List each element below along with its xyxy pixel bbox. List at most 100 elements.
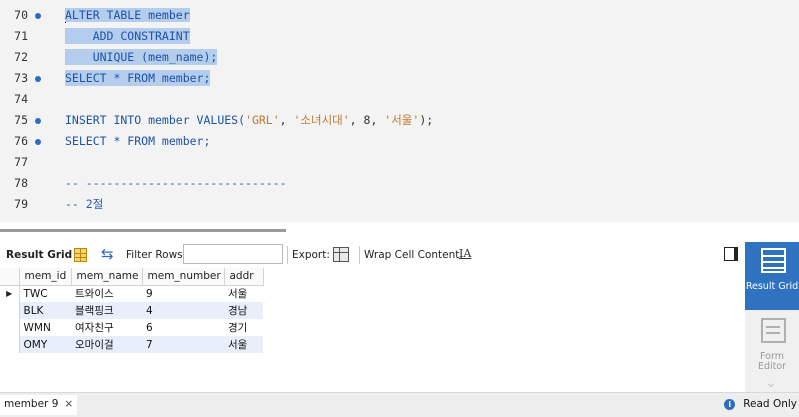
result-grid-label: Result Grid bbox=[6, 249, 73, 261]
code-line-76[interactable]: 76 SELECT * FROM member; bbox=[0, 130, 799, 151]
code-text: ALTER TABLE member bbox=[65, 8, 190, 22]
result-side-panel: Result Grid Form Editor bbox=[745, 242, 799, 395]
row-header bbox=[0, 336, 20, 353]
table-cell[interactable]: 블랙핑크 bbox=[71, 302, 142, 319]
result-table: mem_id mem_name mem_number addr ▶ TWC 트와… bbox=[0, 268, 264, 353]
table-cell[interactable]: BLK bbox=[19, 302, 71, 319]
column-header[interactable]: addr bbox=[224, 268, 264, 286]
table-cell[interactable]: 경남 bbox=[224, 302, 263, 319]
table-cell[interactable]: OMY bbox=[19, 336, 71, 353]
code-line-70[interactable]: 70 ALTER TABLE member bbox=[0, 4, 799, 25]
table-cell[interactable]: 6 bbox=[142, 319, 224, 336]
line-number: 74 bbox=[14, 92, 28, 106]
status-text: Read Only bbox=[743, 398, 797, 410]
column-header[interactable]: mem_name bbox=[71, 268, 143, 286]
statement-marker-icon bbox=[35, 118, 41, 124]
table-row[interactable]: OMY 오마이걸 7 서울 bbox=[0, 336, 263, 353]
toolbar-divider bbox=[359, 246, 360, 264]
result-grid-button-label: Result Grid bbox=[745, 281, 799, 292]
code-punct: , bbox=[279, 113, 294, 127]
grid-view-icon[interactable] bbox=[74, 248, 87, 262]
table-row[interactable]: BLK 블랙핑크 4 경남 bbox=[0, 302, 263, 319]
line-number: 79 bbox=[14, 197, 28, 211]
code-keyword: INSERT INTO member VALUES( bbox=[65, 113, 246, 127]
row-header bbox=[0, 319, 20, 336]
filter-rows-input[interactable] bbox=[183, 244, 283, 264]
status-indicator: i Read Only bbox=[724, 398, 797, 410]
table-cell[interactable]: WMN bbox=[19, 319, 71, 336]
result-grid-icon bbox=[761, 248, 786, 273]
line-number: 72 bbox=[14, 50, 28, 64]
table-row[interactable]: WMN 여자친구 6 경기 bbox=[0, 319, 263, 336]
line-number: 75 bbox=[14, 113, 28, 127]
table-cell[interactable]: 오마이걸 bbox=[71, 336, 142, 353]
line-number: 71 bbox=[14, 29, 28, 43]
table-cell[interactable]: 여자친구 bbox=[71, 319, 142, 336]
table-cell[interactable]: 서울 bbox=[224, 285, 263, 302]
code-line-78[interactable]: 78 -- ----------------------------- bbox=[0, 172, 799, 193]
toggle-side-panel-icon[interactable] bbox=[724, 247, 738, 261]
line-number: 77 bbox=[14, 155, 28, 169]
code-line-77[interactable]: 77 bbox=[0, 151, 799, 172]
refresh-icon[interactable]: ⇆ bbox=[101, 246, 114, 262]
table-cell[interactable]: TWC bbox=[19, 285, 71, 302]
code-line-74[interactable]: 74 bbox=[0, 88, 799, 109]
bottom-bar: member 9 × i Read Only bbox=[0, 392, 799, 417]
table-cell[interactable]: 서울 bbox=[224, 336, 263, 353]
editor-horizontal-scrollbar[interactable] bbox=[0, 224, 799, 236]
code-comment: -- 2절 bbox=[65, 197, 104, 211]
table-cell[interactable]: 9 bbox=[142, 285, 224, 302]
code-punct: ); bbox=[419, 113, 434, 127]
code-string: 'GRL' bbox=[245, 113, 280, 127]
code-string: '서울' bbox=[384, 113, 420, 127]
result-tab-label: member 9 bbox=[4, 398, 59, 410]
current-row-marker-icon: ▶ bbox=[0, 285, 20, 302]
table-cell[interactable]: 7 bbox=[142, 336, 224, 353]
code-punct: , 8, bbox=[349, 113, 385, 127]
row-header bbox=[0, 302, 20, 319]
wrap-cell-label: Wrap Cell Content: bbox=[364, 249, 463, 261]
code-comment: -- ----------------------------- bbox=[65, 176, 287, 190]
line-number: 78 bbox=[14, 176, 28, 190]
line-number: 73 bbox=[14, 71, 28, 85]
result-tab[interactable]: member 9 × bbox=[0, 395, 78, 415]
result-toolbar: Result Grid ⇆ Filter Rows: Export: Wrap … bbox=[0, 242, 745, 268]
close-icon[interactable]: × bbox=[64, 398, 73, 410]
table-cell[interactable]: 경기 bbox=[224, 319, 263, 336]
form-editor-button-label: Form Editor bbox=[757, 351, 787, 372]
code-line-72[interactable]: 72 UNIQUE (mem_name); bbox=[0, 46, 799, 67]
export-label: Export: bbox=[292, 249, 330, 261]
row-header-corner bbox=[0, 268, 20, 286]
info-icon: i bbox=[724, 399, 736, 410]
scrollbar-thumb[interactable] bbox=[0, 229, 286, 232]
wrap-cell-icon[interactable]: IA bbox=[459, 247, 471, 260]
export-icon[interactable] bbox=[333, 247, 349, 262]
statement-marker-icon bbox=[35, 13, 41, 19]
table-cell[interactable]: 트와이스 bbox=[71, 285, 142, 302]
filter-rows-label: Filter Rows: bbox=[126, 249, 187, 261]
statement-marker-icon bbox=[35, 139, 41, 145]
line-number: 76 bbox=[14, 134, 28, 148]
table-cell[interactable]: 4 bbox=[142, 302, 224, 319]
toolbar-divider bbox=[287, 246, 288, 264]
result-grid[interactable]: mem_id mem_name mem_number addr ▶ TWC 트와… bbox=[0, 268, 745, 392]
result-grid-button[interactable]: Result Grid bbox=[745, 242, 799, 310]
table-row[interactable]: ▶ TWC 트와이스 9 서울 bbox=[0, 285, 263, 302]
code-line-71[interactable]: 71 ADD CONSTRAINT bbox=[0, 25, 799, 46]
code-line-75[interactable]: 75 INSERT INTO member VALUES('GRL', '소녀시… bbox=[0, 109, 799, 130]
code-line-73[interactable]: 73 SELECT * FROM member; bbox=[0, 67, 799, 88]
code-text: SELECT * FROM member; bbox=[65, 134, 211, 148]
chevron-down-icon[interactable]: ⌄ bbox=[765, 375, 777, 391]
column-header[interactable]: mem_number bbox=[142, 268, 225, 286]
sql-editor[interactable]: 70 ALTER TABLE member 71 ADD CONSTRAINT … bbox=[0, 0, 799, 222]
line-number: 70 bbox=[14, 8, 28, 22]
code-text: SELECT * FROM member; bbox=[65, 70, 211, 86]
statement-marker-icon bbox=[35, 76, 41, 82]
code-text: ADD CONSTRAINT bbox=[65, 28, 190, 44]
code-text: UNIQUE (mem_name); bbox=[65, 49, 218, 65]
form-editor-button[interactable]: Form Editor bbox=[745, 312, 799, 380]
column-header[interactable]: mem_id bbox=[19, 268, 72, 286]
code-string: '소녀시대' bbox=[293, 113, 350, 127]
form-editor-icon bbox=[761, 318, 786, 343]
code-line-79[interactable]: 79 -- 2절 bbox=[0, 193, 799, 214]
